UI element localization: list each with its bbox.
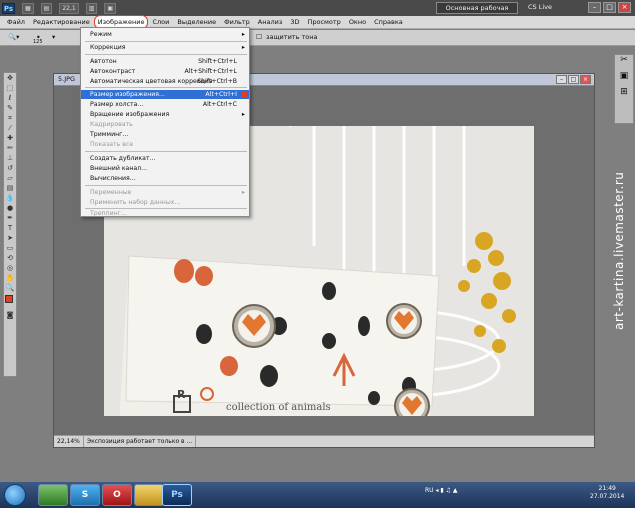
menu-item-crop[interactable]: Кадрировать	[81, 120, 249, 129]
menu-3d[interactable]: 3D	[286, 16, 303, 28]
card-logo-letter: R	[177, 388, 186, 401]
taskbar-app-icq[interactable]	[38, 484, 68, 506]
menu-item-auto-tone[interactable]: Автотон Shift+Ctrl+L	[81, 57, 249, 66]
menu-item-calculations[interactable]: Вычисления...	[81, 174, 249, 183]
doc-maximize-button[interactable]: □	[568, 75, 579, 84]
bridge-button[interactable]: ▦	[22, 2, 34, 14]
menu-help[interactable]: Справка	[370, 16, 407, 28]
menu-window[interactable]: Окно	[345, 16, 370, 28]
status-zoom[interactable]: 22,14%	[54, 436, 84, 447]
card-text: collection of animals	[226, 402, 331, 413]
minimize-button[interactable]: –	[588, 2, 601, 13]
close-button[interactable]: ×	[618, 2, 631, 13]
window-controls: – □ ×	[588, 2, 631, 13]
cs-live-button[interactable]: CS Live	[528, 3, 552, 11]
menu-item-trap[interactable]: Треппинг...	[81, 209, 249, 218]
doc-close-button[interactable]: ×	[580, 75, 591, 84]
menu-file[interactable]: Файл	[3, 16, 29, 28]
taskbar-app-photoshop[interactable]: Ps	[162, 484, 192, 506]
start-button[interactable]	[4, 484, 26, 506]
menu-item-trim[interactable]: Тримминг...	[81, 130, 249, 139]
menu-item-apply-data-set[interactable]: Применить набор данных...	[81, 198, 249, 207]
menu-analysis[interactable]: Анализ	[254, 16, 287, 28]
tool-preset-icon[interactable]: 🔍▾	[8, 33, 19, 41]
submenu-arrow-icon: ▸	[241, 189, 245, 196]
taskbar-app-explorer[interactable]	[134, 484, 164, 506]
hand-tool-icon[interactable]: ✋	[4, 274, 16, 283]
protect-tones-label: защитить тона	[266, 33, 318, 41]
tools-options-icon[interactable]: ✂	[615, 55, 633, 65]
menu-item-auto-color[interactable]: Автоматическая цветовая коррекция Shift+C…	[81, 77, 249, 86]
screen-mode-button[interactable]: ▣	[104, 2, 117, 14]
menu-item-auto-contrast[interactable]: Автоконтраст Alt+Shift+Ctrl+L	[81, 67, 249, 76]
submenu-arrow-icon: ▸	[241, 31, 245, 38]
status-info[interactable]: Экспозиция работает только в ...	[84, 436, 197, 447]
marquee-tool-icon[interactable]: ⬚	[4, 84, 16, 93]
quick-mask-icon[interactable]: ◙	[4, 311, 16, 320]
history-brush-tool-icon[interactable]: ↺	[4, 164, 16, 173]
taskbar-app-skype[interactable]: S	[70, 484, 100, 506]
healing-tool-icon[interactable]: ✚	[4, 134, 16, 143]
shape-tool-icon[interactable]: ▭	[4, 244, 16, 253]
3d-rotate-tool-icon[interactable]: ⟲	[4, 254, 16, 263]
zoom-tool-icon[interactable]: 🔍	[4, 284, 16, 293]
protect-tones-checkbox[interactable]: ☐	[256, 33, 262, 41]
blur-tool-icon[interactable]: 💧	[4, 194, 16, 203]
arrange-documents-button[interactable]: ▥	[85, 2, 98, 14]
windows-taskbar: S O Ps RU ◂ ▮ ♫ ▲ 21:49 27.07.2014	[0, 482, 635, 508]
doc-minimize-button[interactable]: –	[556, 75, 567, 84]
watermark-text: art-kartina.livemaster.ru	[612, 171, 626, 330]
menu-item-reveal-all[interactable]: Показать все	[81, 140, 249, 149]
clock-date: 27.07.2014	[590, 493, 625, 500]
brush-picker-arrow-icon[interactable]: ▾	[52, 33, 55, 41]
mini-bridge-button[interactable]: ▤	[40, 2, 53, 14]
eraser-tool-icon[interactable]: ▱	[4, 174, 16, 183]
tools-panel: ✥ ⬚ ℓ ✎ ⌗ ⁄ ✚ ✏ ⊥ ↺ ▱ ▤ 💧 ● ✒ T ➤ ▭ ⟲ ◎ …	[3, 72, 17, 377]
zoom-level-control[interactable]: 22,1	[59, 2, 79, 14]
color-swatches-icon[interactable]	[4, 294, 16, 310]
menu-item-image-rotation[interactable]: Вращение изображения ▸	[81, 110, 249, 119]
photoshop-logo: Ps	[2, 2, 15, 14]
eyedropper-tool-icon[interactable]: ⁄	[4, 124, 16, 133]
workspace-button[interactable]: Основная рабочая среда	[436, 2, 518, 22]
move-tool-icon[interactable]: ✥	[4, 74, 16, 83]
history-icon[interactable]: ▣	[615, 71, 633, 81]
lasso-tool-icon[interactable]: ℓ	[4, 94, 16, 103]
stamp-tool-icon[interactable]: ⊥	[4, 154, 16, 163]
submenu-arrow-icon: ▸	[241, 44, 245, 51]
menu-item-variables[interactable]: Переменные ▸	[81, 188, 249, 197]
gradient-tool-icon[interactable]: ▤	[4, 184, 16, 193]
path-select-tool-icon[interactable]: ➤	[4, 234, 16, 243]
dodge-tool-icon[interactable]: ●	[4, 204, 16, 213]
menu-item-apply-image[interactable]: Внешний канал...	[81, 164, 249, 173]
panels-dock: ✂ ▣ ⊞	[614, 54, 634, 124]
crop-tool-icon[interactable]: ⌗	[4, 114, 16, 123]
pen-tool-icon[interactable]: ✒	[4, 214, 16, 223]
taskbar-app-opera[interactable]: O	[102, 484, 132, 506]
maximize-button[interactable]: □	[603, 2, 616, 13]
brushes-icon[interactable]: ⊞	[615, 87, 633, 97]
menu-item-canvas-size[interactable]: Размер холста... Alt+Ctrl+C	[81, 100, 249, 109]
menu-item-image-size[interactable]: Размер изображения... Alt+Ctrl+I	[81, 90, 249, 99]
submenu-arrow-icon: ▸	[241, 111, 245, 118]
menu-item-duplicate[interactable]: Создать дубликат...	[81, 154, 249, 163]
menu-item-mode[interactable]: Режим ▸	[81, 30, 249, 39]
3d-orbit-tool-icon[interactable]: ◎	[4, 264, 16, 273]
system-tray: RU ◂ ▮ ♫ ▲	[425, 487, 458, 494]
clock[interactable]: 21:49 27.07.2014	[590, 485, 624, 501]
menu-item-adjustments[interactable]: Коррекция ▸	[81, 43, 249, 52]
brush-tool-icon[interactable]: ✏	[4, 144, 16, 153]
brush-size-value: 125	[33, 39, 43, 45]
image-menu-dropdown: Режим ▸ Коррекция ▸ Автотон Shift+Ctrl+L Ав…	[80, 27, 250, 217]
clock-time: 21:49	[598, 485, 616, 492]
document-title: 5.JPG	[58, 75, 76, 83]
language-indicator[interactable]: RU	[425, 487, 434, 494]
document-window-controls: – □ ×	[556, 75, 591, 84]
type-tool-icon[interactable]: T	[4, 224, 16, 233]
menu-view[interactable]: Просмотр	[303, 16, 344, 28]
document-status-bar: 22,14% Экспозиция работает только в ...	[54, 435, 594, 447]
quick-select-tool-icon[interactable]: ✎	[4, 104, 16, 113]
